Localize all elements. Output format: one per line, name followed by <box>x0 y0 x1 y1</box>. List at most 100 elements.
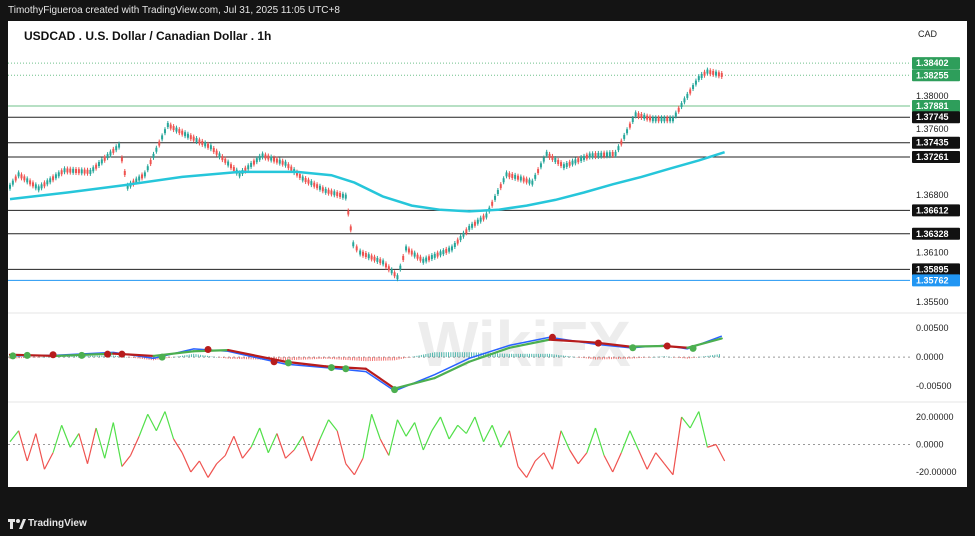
macd-histogram-bar <box>351 357 353 361</box>
macd-histogram-bar <box>471 352 473 358</box>
candle-body <box>273 157 276 162</box>
candle-body <box>359 250 362 255</box>
footer-bar: TradingView <box>0 512 975 536</box>
candle-body <box>562 164 565 169</box>
macd-histogram-bar <box>16 357 18 359</box>
osc-line-segment <box>233 436 244 459</box>
osc-line-segment <box>78 433 89 464</box>
candle-body <box>387 266 390 271</box>
macd-axis-tick: 0.0000 <box>916 352 944 362</box>
macd-histogram-bar <box>389 357 391 361</box>
candle-body <box>83 169 86 174</box>
macd-histogram-bar <box>179 356 181 358</box>
candle-body <box>692 85 695 90</box>
macd-histogram-bar <box>369 357 371 362</box>
candle-body <box>207 143 210 148</box>
macd-cross-dot <box>594 339 602 347</box>
candle-body <box>473 221 476 226</box>
osc-line-segment <box>26 433 37 462</box>
candle-body <box>568 161 571 166</box>
candle-body <box>608 152 611 157</box>
candle-body <box>583 155 585 160</box>
macd-histogram-bar <box>391 357 393 361</box>
osc-line-segment <box>138 414 149 437</box>
osc-line-segment <box>43 452 54 470</box>
macd-histogram-bar <box>87 355 89 358</box>
level-tag-label: 1.36328 <box>916 229 949 239</box>
level-tag-label: 1.37881 <box>916 101 949 111</box>
osc-line-segment <box>689 411 700 429</box>
candle-body <box>617 146 620 151</box>
candle-body <box>534 174 537 179</box>
candle-body <box>407 248 410 253</box>
macd-histogram-bar <box>499 353 501 358</box>
candle-body <box>539 163 542 168</box>
macd-histogram-bar <box>316 357 318 360</box>
macd-histogram-bar <box>524 353 526 358</box>
macd-histogram-bar <box>627 357 629 359</box>
osc-line-segment <box>147 413 157 432</box>
macd-histogram-bar <box>89 355 91 358</box>
macd-histogram-bar <box>569 356 571 358</box>
macd-histogram-bar <box>506 353 508 358</box>
candle-body <box>80 169 83 174</box>
macd-cross-dot <box>270 358 278 366</box>
macd-histogram-bar <box>327 357 329 359</box>
macd-histogram-bar <box>112 355 114 358</box>
macd-histogram-bar <box>211 356 213 358</box>
candle-body <box>310 181 313 186</box>
candle-body <box>209 145 212 150</box>
osc-line-segment <box>18 430 28 462</box>
macd-histogram-bar <box>560 355 562 358</box>
candle-body <box>597 152 600 157</box>
price-axis-tick: 1.36100 <box>916 248 949 258</box>
macd-cross-dot <box>629 344 637 352</box>
candle-body <box>660 117 663 122</box>
candle-body <box>565 162 568 167</box>
macd-histogram-bar <box>615 357 617 360</box>
candle-body <box>499 184 502 189</box>
chart-attribution: TimothyFigueroa created with TradingView… <box>0 0 975 21</box>
osc-line-segment <box>86 427 97 464</box>
level-tag-label: 1.35895 <box>916 264 949 274</box>
candle-body <box>106 154 109 159</box>
macd-histogram-bar <box>318 357 320 359</box>
macd-cross-dot <box>9 352 17 360</box>
candle-body <box>430 255 433 260</box>
candle-body <box>158 141 161 146</box>
macd-histogram-bar <box>403 357 405 359</box>
candle-body <box>557 160 560 165</box>
candle-body <box>631 117 634 122</box>
osc-line-segment <box>431 416 442 432</box>
osc-line-segment <box>353 457 364 476</box>
candle-body <box>373 256 376 261</box>
macd-histogram-bar <box>450 352 452 358</box>
osc-line-segment <box>646 452 657 470</box>
osc-line-segment <box>310 438 321 462</box>
macd-histogram-bar <box>452 352 454 358</box>
macd-histogram-bar <box>712 355 714 358</box>
candle-body <box>349 226 352 231</box>
chart-svg[interactable]: WikiFXUSDCAD . U.S. Dollar / Canadian Do… <box>8 21 967 487</box>
osc-line-segment <box>241 446 252 459</box>
macd-histogram-bar <box>137 357 139 359</box>
macd-histogram-bar <box>643 357 645 358</box>
chart-area[interactable]: WikiFX USDCAD . U.S. Dollar / Canadian Do… <box>8 21 967 487</box>
candle-body <box>26 178 29 183</box>
osc-line-segment <box>681 416 691 429</box>
candle-body <box>267 155 270 160</box>
osc-line-segment <box>569 449 579 465</box>
macd-histogram-bar <box>414 356 416 358</box>
osc-line-segment <box>465 416 476 434</box>
macd-histogram-bar <box>707 355 709 358</box>
macd-histogram-bar <box>535 353 537 358</box>
candle-body <box>264 154 267 159</box>
candle-body <box>232 166 235 171</box>
macd-histogram-bar <box>383 357 385 361</box>
macd-histogram-bar <box>168 357 170 358</box>
candle-body <box>462 232 465 237</box>
candle-body <box>384 263 387 268</box>
macd-histogram-bar <box>640 357 642 358</box>
osc-line-segment <box>715 444 726 462</box>
macd-histogram-bar <box>454 352 456 358</box>
